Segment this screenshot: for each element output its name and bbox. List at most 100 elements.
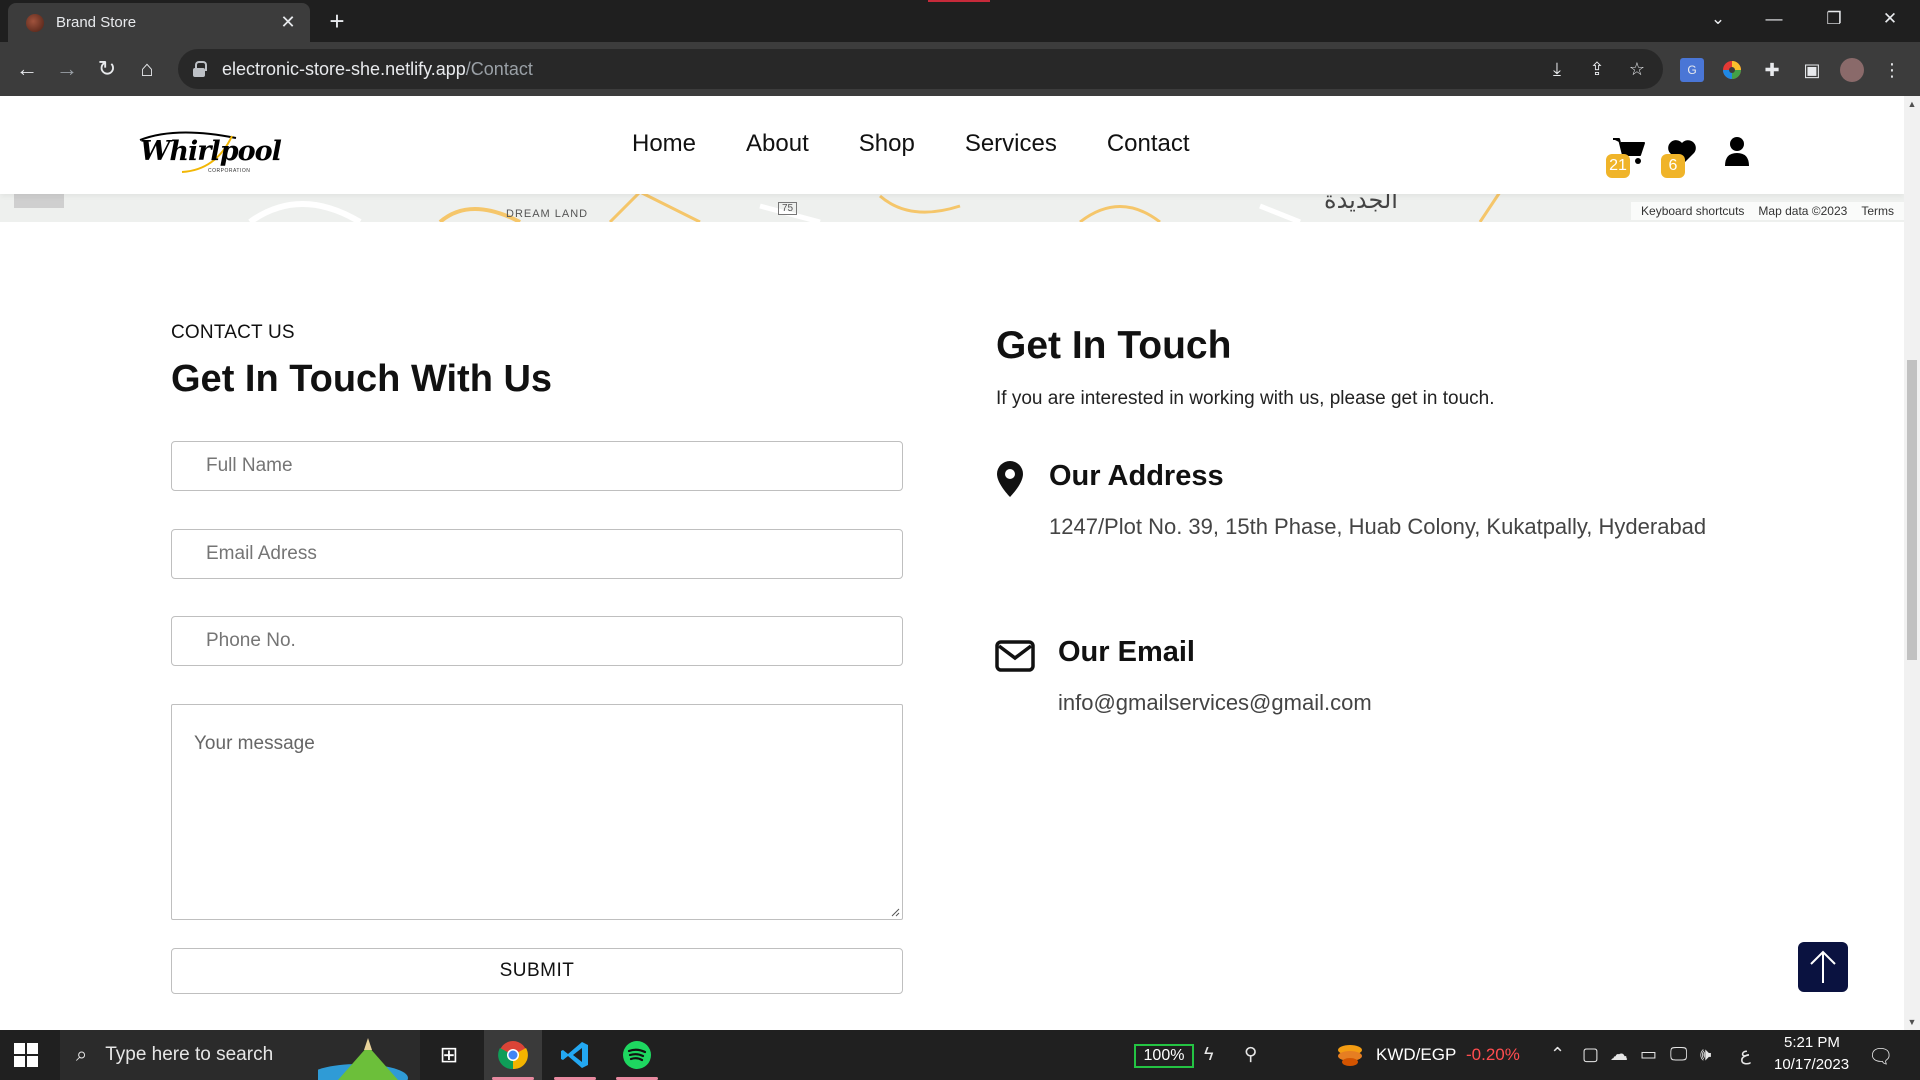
taskbar-search-placeholder: Type here to search <box>105 1044 274 1065</box>
envelope-icon <box>995 640 1035 672</box>
main-navigation: Home About Shop Services Contact <box>632 130 1240 158</box>
form-title: Get In Touch With Us <box>171 358 553 400</box>
profile-avatar[interactable] <box>1840 58 1864 82</box>
share-icon[interactable]: ⇪ <box>1586 58 1608 80</box>
nav-shop[interactable]: Shop <box>859 130 915 158</box>
browser-tab-active[interactable]: Brand Store ✕ <box>8 3 310 42</box>
side-panel-icon[interactable]: ▣ <box>1800 58 1824 82</box>
vscode-icon <box>561 1042 588 1068</box>
user-icon <box>1725 137 1749 166</box>
forward-arrow-icon[interactable]: → <box>51 53 83 85</box>
scrollbar-thumb[interactable] <box>1907 360 1917 660</box>
currency-change: -0.20% <box>1466 1045 1520 1064</box>
input-language-indicator[interactable]: ع <box>1740 1044 1751 1065</box>
nav-home[interactable]: Home <box>632 130 696 158</box>
tab-close-icon[interactable]: ✕ <box>278 12 298 33</box>
scroll-up-arrow-icon[interactable]: ▲ <box>1904 96 1920 112</box>
nav-about[interactable]: About <box>746 130 809 158</box>
taskbar-spotify-button[interactable] <box>608 1030 666 1080</box>
tab-title: Brand Store <box>56 14 137 31</box>
logo-subtext: CORPORATION <box>208 168 251 174</box>
chrome-menu-icon[interactable]: ⋮ <box>1880 58 1904 82</box>
minimize-button[interactable]: — <box>1750 0 1798 38</box>
phone-input[interactable] <box>171 616 903 666</box>
clock-time[interactable]: 5:21 PM <box>1784 1034 1840 1051</box>
submit-button[interactable]: SUBMIT <box>171 948 903 994</box>
close-window-button[interactable]: ✕ <box>1866 0 1914 38</box>
scroll-down-arrow-icon[interactable]: ▼ <box>1904 1014 1920 1030</box>
color-extension-icon[interactable] <box>1720 58 1744 82</box>
restore-button[interactable]: ❐ <box>1810 0 1858 38</box>
account-button[interactable] <box>1724 136 1750 171</box>
home-icon[interactable]: ⌂ <box>131 53 163 85</box>
map-attribution: Keyboard shortcuts Map data ©2023 Terms <box>1631 202 1904 220</box>
email-text[interactable]: info@gmailservices@gmail.com <box>1058 690 1372 716</box>
message-placeholder: Your message <box>194 733 315 754</box>
nav-services[interactable]: Services <box>965 130 1057 158</box>
info-title: Get In Touch <box>996 324 1232 367</box>
battery-indicator[interactable]: 100% <box>1134 1044 1194 1068</box>
notifications-icon[interactable]: 🗨 <box>1868 1044 1893 1069</box>
map-terms-link[interactable]: Terms <box>1861 204 1894 218</box>
windows-start-icon[interactable] <box>14 1043 38 1067</box>
page-viewport: DREAM LAND 75 الجديدة Keyboard shortcuts… <box>0 96 1904 1030</box>
taskbar-chrome-button[interactable] <box>484 1030 542 1080</box>
task-view-icon[interactable]: ⊞ <box>420 1030 478 1080</box>
network-icon[interactable]: 🖵 <box>1670 1044 1687 1065</box>
info-intro: If you are interested in working with us… <box>996 388 1495 409</box>
logo-wordmark: Whirlpool <box>140 136 282 167</box>
browser-tab-bar: Brand Store ✕ + ⌄ — ❐ ✕ <box>0 0 1920 42</box>
onedrive-cloud-icon[interactable]: ☁ <box>1610 1044 1628 1065</box>
tab-search-chevron-icon[interactable]: ⌄ <box>1694 0 1742 38</box>
charging-bolt-icon: ϟ <box>1204 1044 1214 1064</box>
url-host: electronic-store-she.netlify.app <box>222 58 466 79</box>
currency-widget-icon[interactable] <box>1336 1042 1364 1068</box>
map-place-label: DREAM LAND <box>506 208 589 220</box>
translate-extension-icon[interactable]: G <box>1680 58 1704 82</box>
site-favicon-icon <box>26 13 44 32</box>
cart-count-badge: 21 <box>1606 154 1630 178</box>
windows-taskbar: ⌕ Type here to search ⊞ 100% ϟ ⚲ KWD/EGP… <box>0 1030 1920 1080</box>
back-arrow-icon[interactable]: ← <box>11 53 43 85</box>
message-textarea[interactable]: Your message <box>171 704 903 920</box>
email-heading: Our Email <box>1058 636 1195 668</box>
map-route-shield: 75 <box>778 202 798 215</box>
map-data-label: Map data ©2023 <box>1758 204 1848 218</box>
reload-icon[interactable]: ↻ <box>91 53 123 85</box>
lock-icon <box>192 61 207 77</box>
resize-grip-icon[interactable] <box>890 907 900 917</box>
nav-contact[interactable]: Contact <box>1107 130 1190 158</box>
full-name-input[interactable] <box>171 441 903 491</box>
map-pin-icon <box>997 461 1023 497</box>
address-heading: Our Address <box>1049 460 1224 492</box>
email-input[interactable] <box>171 529 903 579</box>
show-hidden-icons-chevron-icon[interactable]: ⌃ <box>1550 1044 1565 1065</box>
extensions-puzzle-icon[interactable]: ✚ <box>1760 58 1784 82</box>
wishlist-count-badge: 6 <box>1661 154 1685 178</box>
spotify-icon <box>623 1041 651 1069</box>
window-accent <box>928 0 990 2</box>
page-scrollbar[interactable]: ▲ ▼ <box>1904 96 1920 1030</box>
taskbar-vscode-button[interactable] <box>546 1030 604 1080</box>
whirlpool-logo[interactable]: Whirlpool CORPORATION <box>139 131 282 176</box>
clock-date[interactable]: 10/17/2023 <box>1774 1056 1849 1073</box>
address-bar[interactable]: electronic-store-she.netlify.app/Contact… <box>178 49 1663 89</box>
map-keyboard-shortcuts-link[interactable]: Keyboard shortcuts <box>1641 204 1744 218</box>
volume-icon[interactable]: 🕪 <box>1700 1044 1711 1065</box>
bookmark-star-icon[interactable]: ☆ <box>1626 58 1648 80</box>
site-header: Whirlpool CORPORATION Home About Shop Se… <box>0 96 1904 194</box>
address-text: 1247/Plot No. 39, 15th Phase, Huab Colon… <box>1049 514 1707 539</box>
meet-now-icon[interactable]: ▢ <box>1582 1044 1599 1065</box>
section-eyebrow: CONTACT US <box>171 322 295 343</box>
browser-toolbar: ← → ↻ ⌂ electronic-store-she.netlify.app… <box>0 42 1920 96</box>
people-icon[interactable]: ⚲ <box>1244 1044 1257 1065</box>
battery-tray-icon[interactable]: ▭ <box>1640 1044 1657 1065</box>
search-icon: ⌕ <box>76 1043 88 1066</box>
chrome-icon <box>498 1041 528 1070</box>
currency-pair[interactable]: KWD/EGP <box>1376 1045 1456 1065</box>
new-tab-button[interactable]: + <box>322 6 352 36</box>
search-highlight-scene-icon <box>318 1038 408 1080</box>
url-path: /Contact <box>465 58 533 79</box>
install-app-icon[interactable]: ⤓ <box>1546 58 1568 80</box>
back-to-top-button[interactable] <box>1798 942 1848 992</box>
